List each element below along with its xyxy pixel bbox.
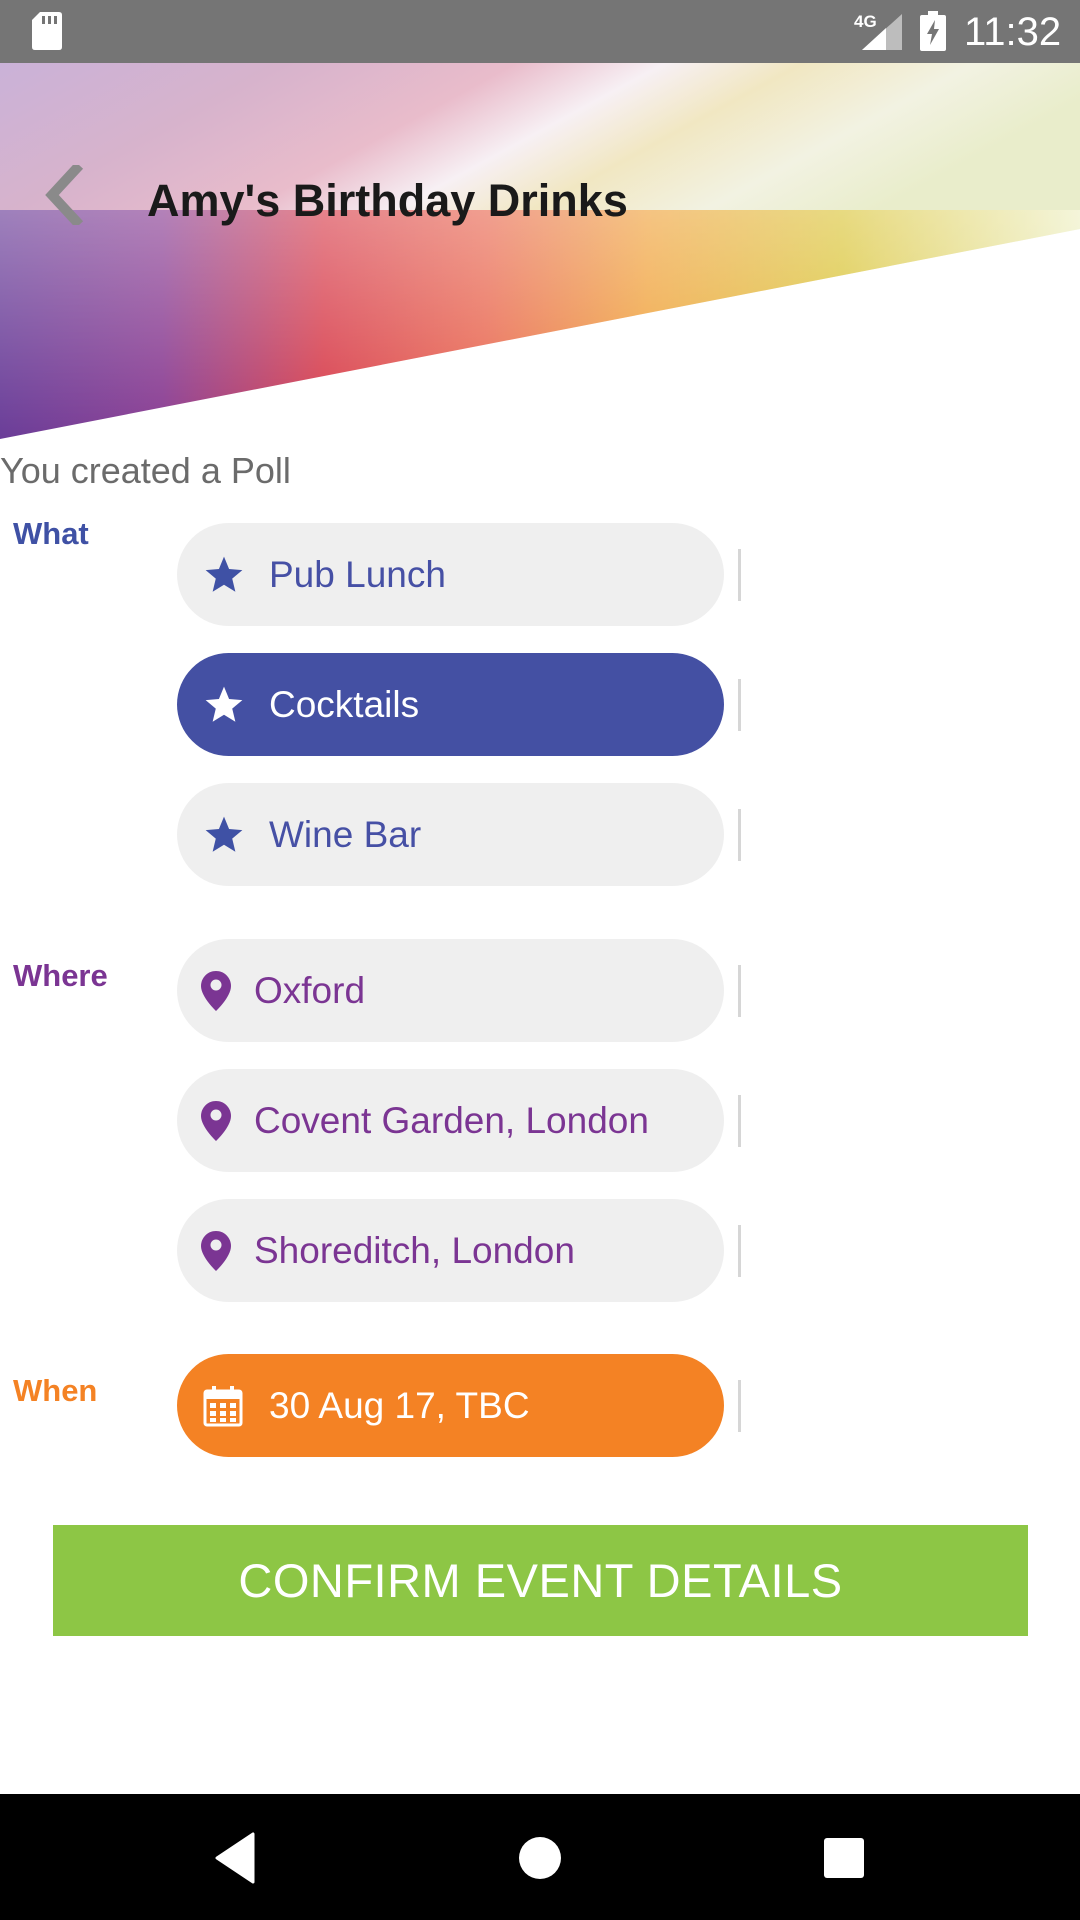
nav-home-icon[interactable] <box>510 1828 570 1888</box>
status-bar: 4G 11:32 <box>0 0 1080 63</box>
sd-card-icon <box>32 12 62 50</box>
option-divider <box>738 1380 741 1432</box>
section-label-where: Where <box>13 958 108 993</box>
section-label-what: What <box>13 516 89 551</box>
poll-caption: You created a Poll <box>0 450 291 491</box>
back-arrow-icon[interactable] <box>40 165 90 225</box>
option-label: Oxford <box>254 969 366 1011</box>
option-label: 30 Aug 17, TBC <box>269 1384 530 1426</box>
option-divider <box>738 1095 741 1147</box>
header-rainbow-banner <box>0 63 1080 439</box>
clock: 11:32 <box>964 10 1062 54</box>
location-pin-icon <box>201 970 231 1011</box>
star-icon <box>205 686 243 722</box>
calendar-icon <box>203 1385 243 1426</box>
star-icon <box>205 556 243 592</box>
confirm-event-details-button[interactable]: CONFIRM EVENT DETAILS <box>53 1525 1028 1636</box>
option-divider <box>738 549 741 601</box>
when-option-date[interactable]: 30 Aug 17, TBC <box>177 1354 724 1457</box>
where-option-covent-garden[interactable]: Covent Garden, London <box>177 1069 724 1172</box>
location-pin-icon <box>201 1230 231 1271</box>
option-divider <box>738 1225 741 1277</box>
battery-charging-icon <box>920 11 946 51</box>
signal-strength-icon <box>862 14 902 50</box>
section-label-when: When <box>13 1373 98 1408</box>
option-label: Covent Garden, London <box>254 1099 649 1141</box>
star-icon <box>205 816 243 852</box>
where-option-oxford[interactable]: Oxford <box>177 939 724 1042</box>
location-pin-icon <box>201 1100 231 1141</box>
option-label: Pub Lunch <box>269 553 446 595</box>
option-label: Wine Bar <box>269 813 422 855</box>
nav-recents-icon[interactable] <box>814 1828 874 1888</box>
what-option-cocktails[interactable]: Cocktails <box>177 653 724 756</box>
page-title: Amy's Birthday Drinks <box>147 175 628 226</box>
option-divider <box>738 679 741 731</box>
option-label: Cocktails <box>269 683 420 725</box>
where-option-shoreditch[interactable]: Shoreditch, London <box>177 1199 724 1302</box>
app-header: Amy's Birthday Drinks <box>0 63 1080 439</box>
option-divider <box>738 809 741 861</box>
nav-back-icon[interactable] <box>207 1828 267 1888</box>
system-navigation-bar <box>0 1794 1080 1920</box>
what-option-wine-bar[interactable]: Wine Bar <box>177 783 724 886</box>
what-option-pub-lunch[interactable]: Pub Lunch <box>177 523 724 626</box>
option-divider <box>738 965 741 1017</box>
option-label: Shoreditch, London <box>254 1229 575 1271</box>
